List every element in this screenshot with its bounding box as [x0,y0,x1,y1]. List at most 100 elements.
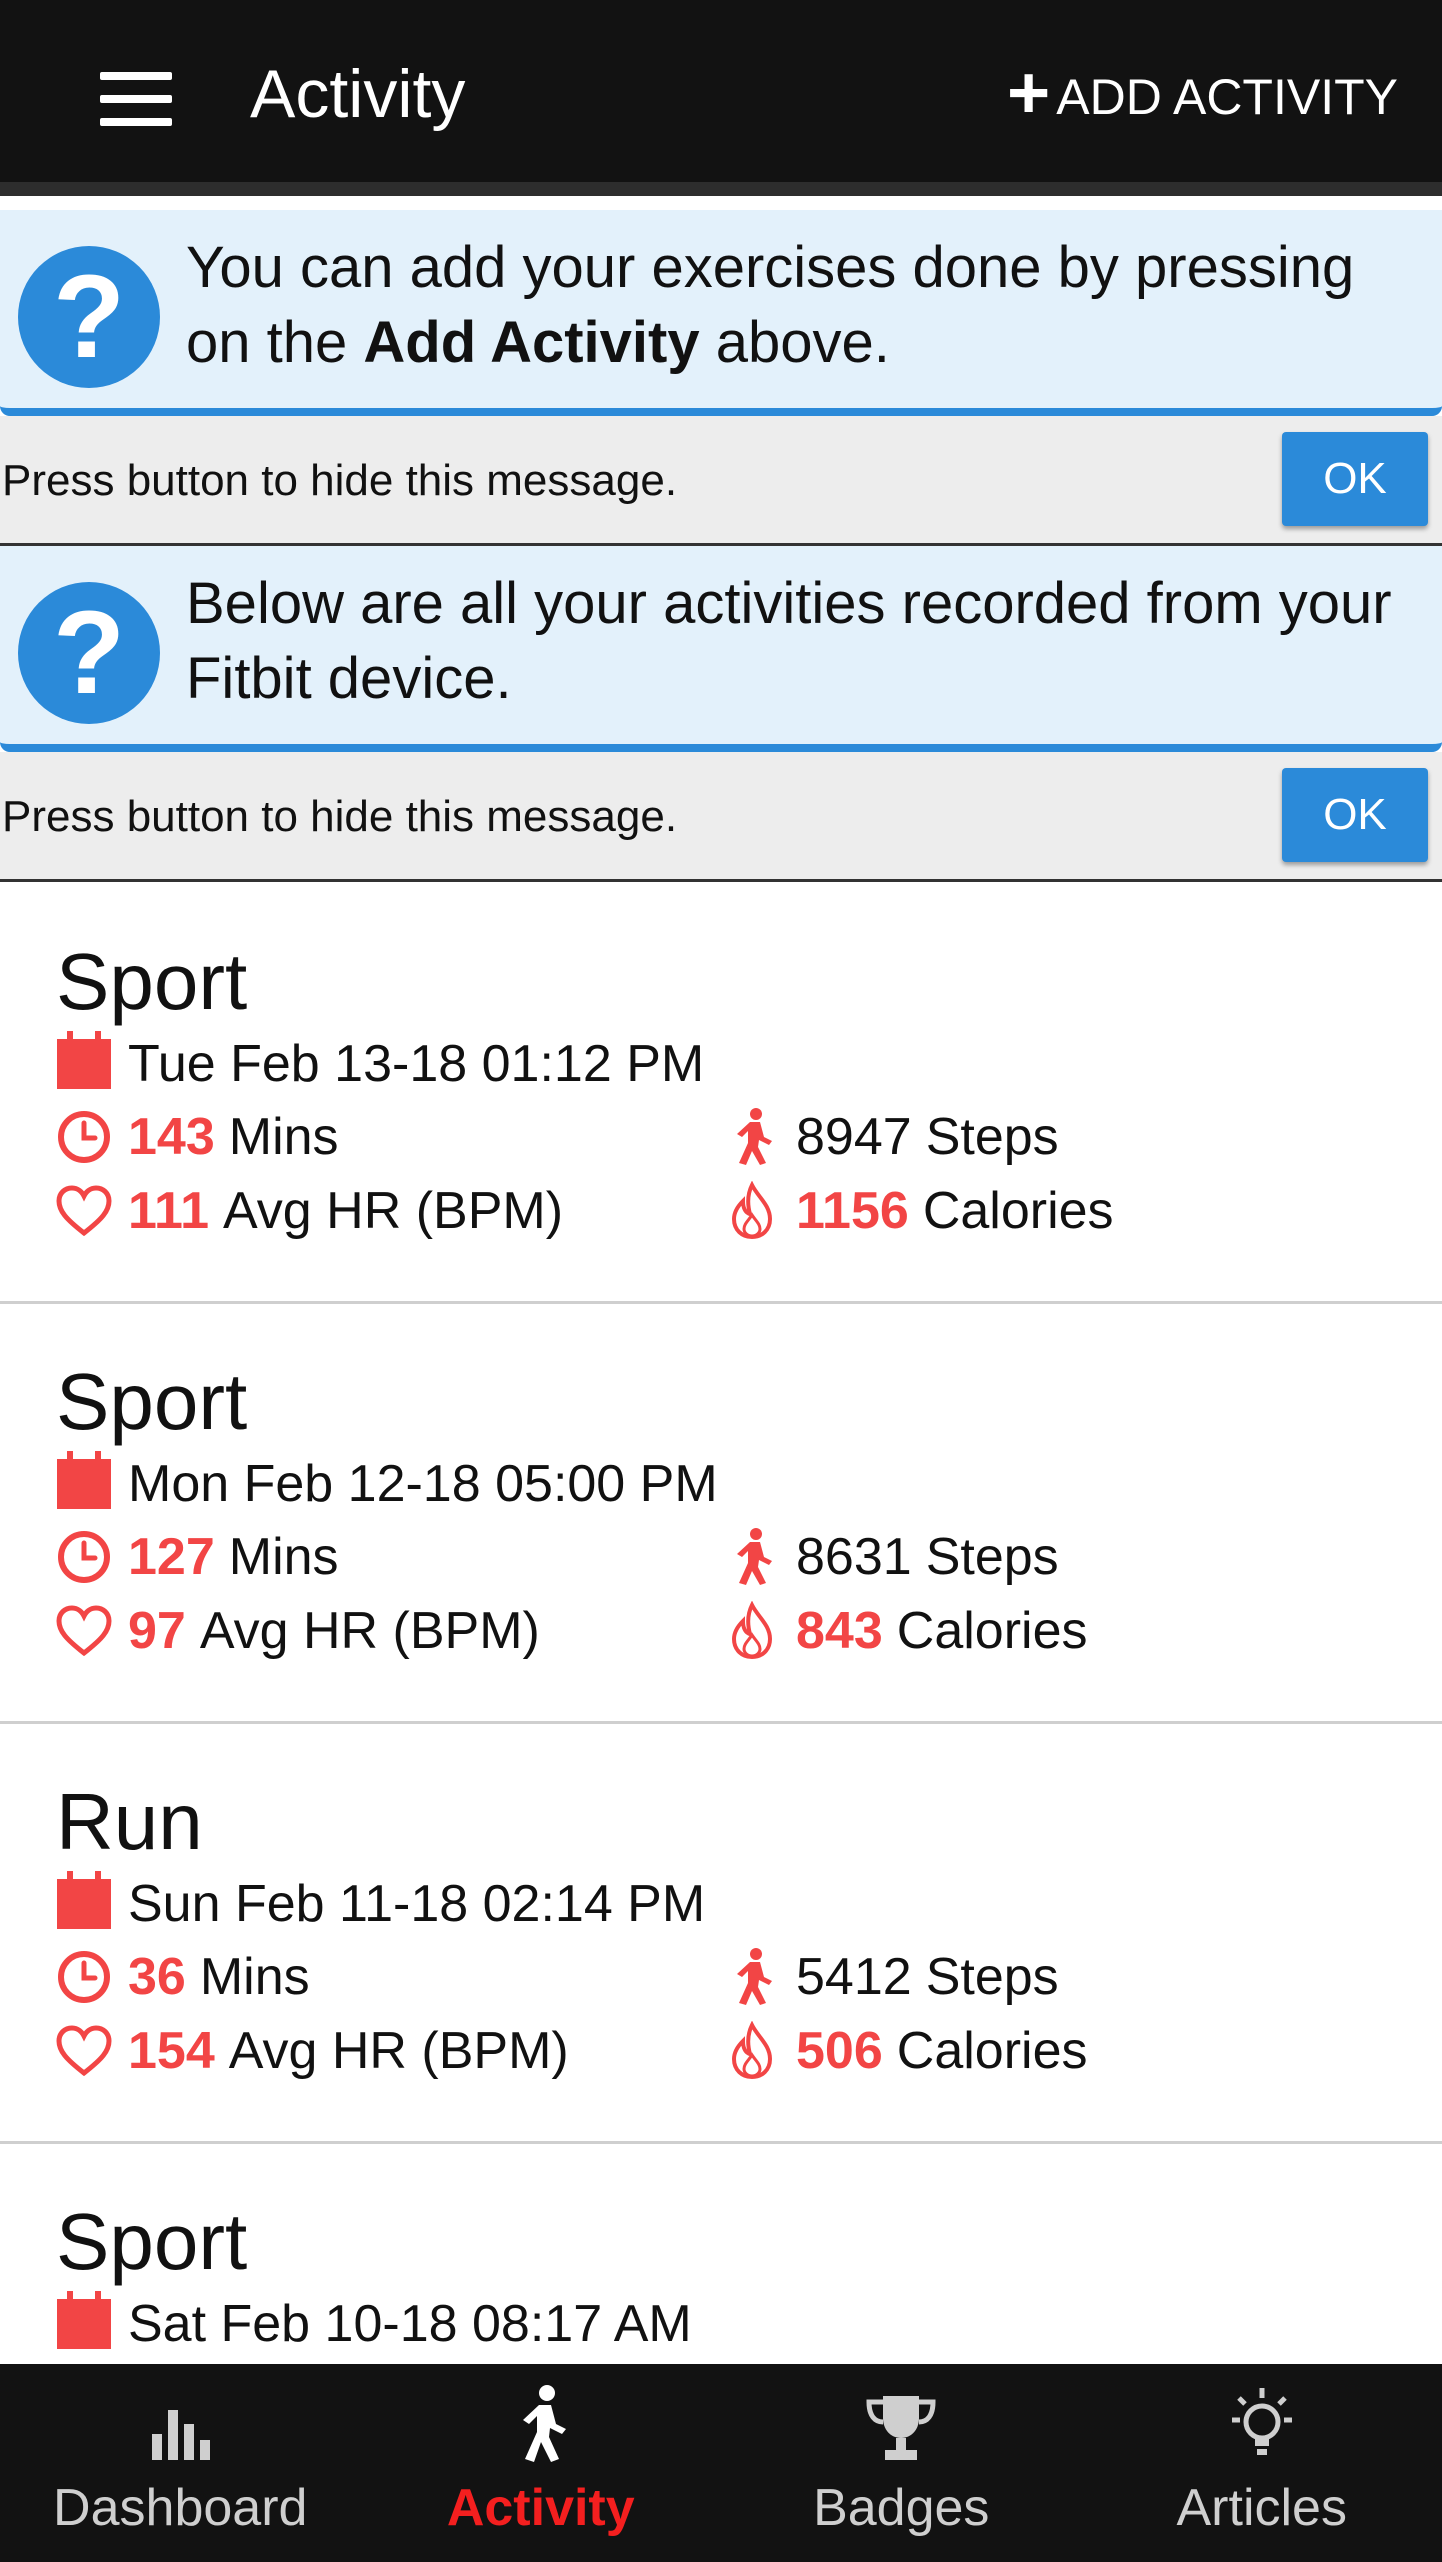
calendar-icon [56,1871,112,1932]
steps-unit: Steps [925,1948,1059,2006]
app-bar: Activity + ADD ACTIVITY [0,0,1442,196]
activity-calories: 506 Calories [724,2021,1088,2081]
activity-duration: 36 Mins [56,1947,310,2007]
activity-steps: 8947 Steps [724,1107,1059,1167]
activity-card[interactable]: Sport Mon Feb 12-18 05:00 PM 127 Mins 86… [0,1304,1442,1724]
walking-person-icon [724,1528,780,1585]
activity-card[interactable]: Run Sun Feb 11-18 02:14 PM 36 Mins 5412 … [0,1724,1442,2144]
page-title: Activity [250,56,466,132]
activity-calories: 843 Calories [724,1601,1088,1661]
nav-tab-activity[interactable]: Activity [361,2364,722,2562]
calendar-icon [56,1031,112,1092]
activity-name: Sport [56,1357,248,1446]
duration-unit: Mins [228,1108,339,1166]
activity-name: Sport [56,2197,248,2286]
walking-person-icon [724,1108,780,1165]
notice-action-bar: Press button to hide this message. OK [0,416,1442,546]
nav-tab-dashboard[interactable]: Dashboard [0,2364,361,2562]
steps-unit: Steps [925,1108,1059,1166]
calendar-icon [56,1451,112,1512]
activity-date-row: Sat Feb 10-18 08:17 AM [56,2291,692,2354]
activity-date-row: Sun Feb 11-18 02:14 PM [56,1871,706,1934]
duration-unit: Mins [199,1948,310,2006]
question-icon: ? [18,582,160,724]
walking-person-icon [724,1948,780,2005]
calories-unit: Calories [896,1602,1088,1660]
heart-icon [56,1183,112,1239]
info-message-box: ? You can add your exercises done by pre… [0,210,1442,416]
add-activity-button[interactable]: + ADD ACTIVITY [1007,56,1398,130]
activity-heart-rate: 111 Avg HR (BPM) [56,1181,563,1241]
info-message-box: ? Below are all your activities recorded… [0,546,1442,752]
steps-value: 5412 [796,1948,912,2006]
duration-value: 143 [128,1108,215,1166]
activity-list[interactable]: Sport Tue Feb 13-18 01:12 PM 143 Mins 89… [0,884,1442,2364]
nav-label: Dashboard [53,2479,308,2537]
heart-rate-unit: Avg HR (BPM) [199,1602,540,1660]
activity-heart-rate: 154 Avg HR (BPM) [56,2021,569,2081]
notice-hint: Press button to hide this message. [2,792,678,841]
info-message-text: You can add your exercises done by press… [186,235,1355,375]
activity-date: Mon Feb 12-18 05:00 PM [128,1455,718,1513]
heart-rate-value: 154 [128,2022,215,2080]
steps-value: 8631 [796,1528,912,1586]
activity-steps: 8631 Steps [724,1527,1059,1587]
flame-icon [724,2021,780,2080]
heart-rate-unit: Avg HR (BPM) [228,2022,569,2080]
notice-action-bar: Press button to hide this message. OK [0,752,1442,882]
activity-card[interactable]: Sport Tue Feb 13-18 01:12 PM 143 Mins 89… [0,884,1442,1304]
activity-duration: 143 Mins [56,1107,339,1167]
nav-label: Activity [446,2479,635,2537]
calories-unit: Calories [922,1182,1114,1240]
clock-icon [56,1109,112,1165]
heart-rate-unit: Avg HR (BPM) [223,1182,564,1240]
activity-duration: 127 Mins [56,1527,339,1587]
activity-date: Sun Feb 11-18 02:14 PM [128,1875,706,1933]
walking-person-icon [361,2364,722,2464]
activity-steps: 5412 Steps [724,1947,1059,2007]
activity-heart-rate: 97 Avg HR (BPM) [56,1601,540,1661]
add-activity-label: ADD ACTIVITY [1056,69,1398,125]
heart-rate-value: 97 [128,1602,186,1660]
activity-date: Tue Feb 13-18 01:12 PM [128,1035,705,1093]
ok-button[interactable]: OK [1282,432,1428,526]
activity-card[interactable]: Sport Sat Feb 10-18 08:17 AM [0,2144,1442,2364]
activity-date-row: Tue Feb 13-18 01:12 PM [56,1031,705,1094]
calories-unit: Calories [896,2022,1088,2080]
notice-hint: Press button to hide this message. [2,456,678,505]
clock-icon [56,1949,112,2005]
hamburger-menu-icon[interactable] [100,72,172,126]
duration-value: 36 [128,1948,186,2006]
calories-value: 843 [796,1602,883,1660]
calendar-icon [56,2291,112,2352]
activity-name: Sport [56,937,248,1026]
nav-tab-articles[interactable]: Articles [1082,2364,1442,2562]
bar-chart-icon [0,2364,361,2464]
steps-value: 8947 [796,1108,912,1166]
heart-icon [56,2023,112,2079]
lightbulb-icon [1082,2364,1442,2464]
activity-name: Run [56,1777,203,1866]
activity-date-row: Mon Feb 12-18 05:00 PM [56,1451,718,1514]
calories-value: 506 [796,2022,883,2080]
plus-icon: + [1007,51,1051,134]
heart-rate-value: 111 [128,1182,210,1240]
bottom-navigation: Dashboard Activity Badges Articles [0,2364,1442,2562]
activity-calories: 1156 Calories [724,1181,1114,1241]
ok-button[interactable]: OK [1282,768,1428,862]
nav-label: Badges [813,2479,990,2537]
calories-value: 1156 [796,1182,909,1240]
info-message-text: Below are all your activities recorded f… [186,571,1392,711]
trophy-icon [721,2364,1082,2464]
duration-value: 127 [128,1528,215,1586]
heart-icon [56,1603,112,1659]
question-icon: ? [18,246,160,388]
duration-unit: Mins [228,1528,339,1586]
steps-unit: Steps [925,1528,1059,1586]
clock-icon [56,1529,112,1585]
flame-icon [724,1181,780,1240]
activity-date: Sat Feb 10-18 08:17 AM [128,2295,692,2353]
flame-icon [724,1601,780,1660]
nav-tab-badges[interactable]: Badges [721,2364,1082,2562]
nav-label: Articles [1176,2479,1347,2537]
